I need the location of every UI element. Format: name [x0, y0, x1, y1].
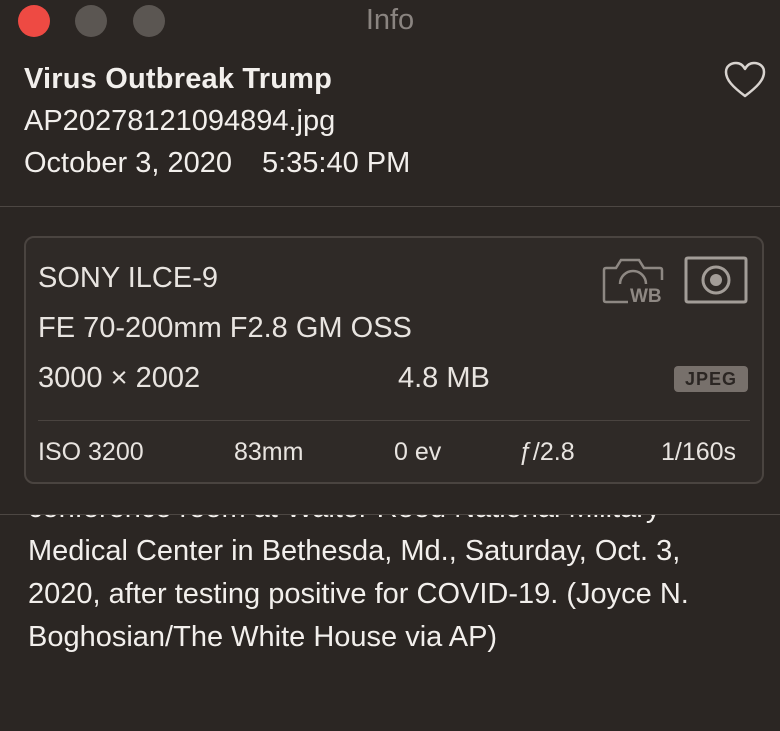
format-badge: JPEG: [674, 366, 748, 392]
photo-header: Virus Outbreak Trump AP20278121094894.jp…: [24, 58, 410, 184]
heart-icon[interactable]: [723, 60, 767, 100]
header-divider: [0, 206, 780, 207]
shutter-speed-value: 1/160s: [661, 438, 737, 466]
image-dimensions: 3000 × 2002: [38, 362, 201, 394]
metadata-divider: [38, 420, 750, 421]
aperture-value: ƒ/2.8: [519, 438, 575, 466]
photo-date-row: October 3, 2020 5:35:40 PM: [24, 142, 410, 184]
camera-wb-icon: WB: [600, 254, 666, 307]
file-size: 4.8 MB: [398, 362, 490, 394]
spot-metering-icon: [682, 254, 750, 306]
svg-text:WB: WB: [630, 286, 662, 306]
photo-filename: AP20278121094894.jpg: [24, 105, 336, 137]
photo-time: 5:35:40 PM: [261, 147, 411, 179]
photo-date: October 3, 2020: [24, 147, 232, 179]
focal-length-value: 83mm: [234, 438, 304, 466]
window-title: Info: [365, 4, 415, 36]
exposure-bias-value: 0 ev: [394, 438, 442, 466]
camera-model: SONY ILCE-9: [38, 262, 218, 294]
caption-field[interactable]: conference room at Walter Reed National …: [0, 514, 780, 731]
window-titlebar: Info: [0, 0, 780, 44]
lens-model: FE 70-200mm F2.8 GM OSS: [38, 312, 412, 344]
photo-title[interactable]: Virus Outbreak Trump: [24, 58, 410, 100]
caption-text[interactable]: conference room at Walter Reed National …: [28, 515, 748, 659]
camera-metadata-panel: SONY ILCE-9 FE 70-200mm F2.8 GM OSS 3000…: [24, 236, 764, 484]
iso-value: ISO 3200: [38, 438, 144, 466]
